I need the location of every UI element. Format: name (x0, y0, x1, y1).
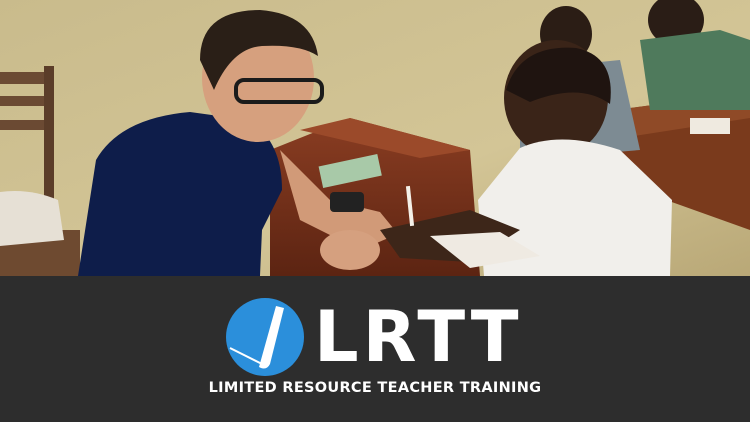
wordmark: LRTT (314, 296, 523, 378)
hero-photo (0, 0, 750, 276)
tagline: LIMITED RESOURCE TEACHER TRAINING (208, 380, 542, 396)
pencil-circle-icon (226, 298, 304, 376)
classroom-photo-illustration (0, 0, 750, 276)
logo: LRTT (226, 298, 522, 376)
brand-banner: LRTT LIMITED RESOURCE TEACHER TRAINING (0, 276, 750, 422)
